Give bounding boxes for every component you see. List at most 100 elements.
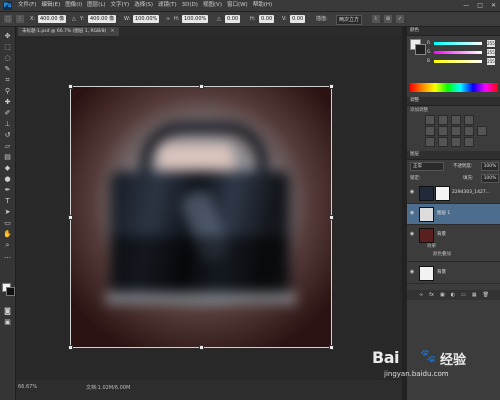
color-overlay-subrow[interactable]: 颜色叠加 [407, 250, 500, 259]
layer-style-icon[interactable]: fx [429, 290, 434, 300]
handle-top-right[interactable] [329, 84, 334, 89]
y-field[interactable]: 400.00 像 [88, 15, 117, 23]
hue-saturation-icon[interactable] [438, 126, 448, 136]
h-field[interactable]: 100.00% [182, 15, 209, 23]
color-balance-icon[interactable] [451, 126, 461, 136]
layer-row-background[interactable]: ◉ 背景 [407, 263, 500, 284]
red-track[interactable] [434, 42, 482, 45]
history-brush-tool-icon[interactable]: ↺ [3, 131, 12, 140]
lasso-tool-icon[interactable]: ◌ [3, 54, 12, 63]
marquee-tool-icon[interactable]: ⬚ [3, 43, 12, 52]
link-icon[interactable]: △ [72, 15, 76, 23]
levels-icon[interactable] [438, 115, 448, 125]
threshold-icon[interactable] [451, 137, 461, 147]
zoom-level[interactable]: 66.67% [18, 384, 37, 390]
adjustments-panel-header[interactable]: 调整 [407, 97, 500, 106]
blue-track[interactable] [434, 60, 482, 63]
handle-bottom-right[interactable] [329, 345, 334, 350]
more-tools-icon[interactable]: … [3, 252, 12, 261]
reference-point-icon[interactable]: ⋮ [16, 15, 24, 23]
menu-filter[interactable]: 滤镜(T) [158, 0, 177, 11]
dodge-tool-icon[interactable]: ● [3, 175, 12, 184]
cancel-transform-icon[interactable]: ⊘ [384, 15, 392, 23]
add-mask-icon[interactable]: ▣ [440, 290, 445, 300]
handle-bottom[interactable] [199, 345, 204, 350]
eraser-tool-icon[interactable]: ▱ [3, 142, 12, 151]
black-white-icon[interactable] [464, 126, 474, 136]
brightness-icon[interactable] [425, 115, 435, 125]
menu-file[interactable]: 文件(F) [18, 0, 36, 11]
red-value[interactable]: 255 [487, 40, 495, 47]
handle-top[interactable] [199, 84, 204, 89]
gradient-map-icon[interactable] [464, 137, 474, 147]
handle-left[interactable] [68, 215, 73, 220]
healing-tool-icon[interactable]: ✚ [3, 98, 12, 107]
color-panel-background[interactable] [415, 44, 426, 55]
brush-tool-icon[interactable]: ✐ [3, 109, 12, 118]
quick-mask-icon[interactable]: ◙ [3, 307, 12, 316]
layer-row-background-effects[interactable]: ◉ 背景 效果 颜色叠加 [407, 225, 500, 262]
menu-select[interactable]: 选择(S) [134, 0, 153, 11]
path-select-tool-icon[interactable]: ➤ [3, 208, 12, 217]
move-tool-icon[interactable]: ✥ [3, 32, 12, 41]
invert-icon[interactable] [425, 137, 435, 147]
red-slider[interactable]: R 255 [427, 40, 495, 47]
quick-select-tool-icon[interactable]: ✎ [3, 65, 12, 74]
menu-layer[interactable]: 图层(L) [87, 0, 105, 11]
layers-panel-header[interactable]: 图层 [407, 151, 500, 160]
visibility-eye-icon[interactable]: ◉ [409, 189, 415, 195]
background-color-swatch[interactable] [6, 287, 15, 296]
eyedropper-tool-icon[interactable]: ⚲ [3, 87, 12, 96]
zoom-tool-icon[interactable]: ⌕ [3, 241, 12, 250]
green-slider[interactable]: G 255 [427, 49, 495, 56]
fill-field[interactable]: 100% [481, 174, 499, 183]
blue-value[interactable]: 255 [487, 58, 495, 65]
warp-icon[interactable]: ⌇ [372, 15, 380, 23]
shape-tool-icon[interactable]: ▭ [3, 219, 12, 228]
menu-view[interactable]: 视图(V) [203, 0, 222, 11]
visibility-eye-icon[interactable]: ◉ [409, 269, 415, 275]
menu-3d[interactable]: 3D(D) [182, 0, 198, 11]
menu-edit[interactable]: 编辑(E) [41, 0, 60, 11]
chain-link-icon[interactable]: ∞ [166, 15, 170, 23]
x-field[interactable]: 400.00 像 [38, 15, 67, 23]
crop-tool-icon[interactable]: ⌗ [3, 76, 12, 85]
stamp-tool-icon[interactable]: ⊥ [3, 120, 12, 129]
hand-tool-icon[interactable]: ✋ [3, 230, 12, 239]
group-icon[interactable]: ▭ [461, 290, 466, 300]
curves-icon[interactable] [451, 115, 461, 125]
minimize-button[interactable]: — [463, 0, 469, 11]
visibility-eye-icon[interactable]: ◉ [409, 210, 415, 216]
pen-tool-icon[interactable]: ✒ [3, 186, 12, 195]
green-track[interactable] [434, 51, 482, 54]
document-size-info[interactable]: 文档:1.02M/6.00M [86, 384, 130, 391]
w-field[interactable]: 100.00% [133, 15, 160, 23]
document-tab[interactable]: 未标题-1.psd @ 66.7% (图层 1, RGB/8) × [18, 27, 119, 36]
v-skew-field[interactable]: 0.00 [290, 15, 306, 23]
new-layer-icon[interactable]: ▦ [472, 290, 477, 300]
maximize-button[interactable]: □ [477, 0, 483, 11]
handle-bottom-left[interactable] [68, 345, 73, 350]
menu-help[interactable]: 帮助(H) [253, 0, 272, 11]
blend-mode-select[interactable]: 正常 [410, 162, 444, 171]
vibrance-icon[interactable] [425, 126, 435, 136]
color-spectrum[interactable] [410, 83, 498, 92]
opacity-field[interactable]: 100% [481, 162, 499, 171]
exposure-icon[interactable] [464, 115, 474, 125]
close-button[interactable]: ✕ [491, 0, 496, 11]
screen-mode-icon[interactable]: ▣ [3, 318, 12, 327]
tab-close-icon[interactable]: × [110, 27, 114, 36]
commit-transform-icon[interactable]: ✓ [396, 15, 404, 23]
menu-image[interactable]: 图像(I) [65, 0, 82, 11]
layer-mask-thumbnail[interactable] [435, 186, 450, 201]
photo-filter-icon[interactable] [477, 126, 487, 136]
blue-slider[interactable]: B 255 [427, 58, 495, 65]
menu-type[interactable]: 文字(Y) [111, 0, 130, 11]
transform-tool-icon[interactable]: ⬚ [4, 15, 12, 23]
canvas-area[interactable] [16, 36, 402, 380]
angle-field[interactable]: 0.00 [225, 15, 241, 23]
green-value[interactable]: 255 [487, 49, 495, 56]
color-swatches[interactable] [2, 283, 15, 296]
transform-bounding-box[interactable] [68, 84, 334, 350]
posterize-icon[interactable] [438, 137, 448, 147]
